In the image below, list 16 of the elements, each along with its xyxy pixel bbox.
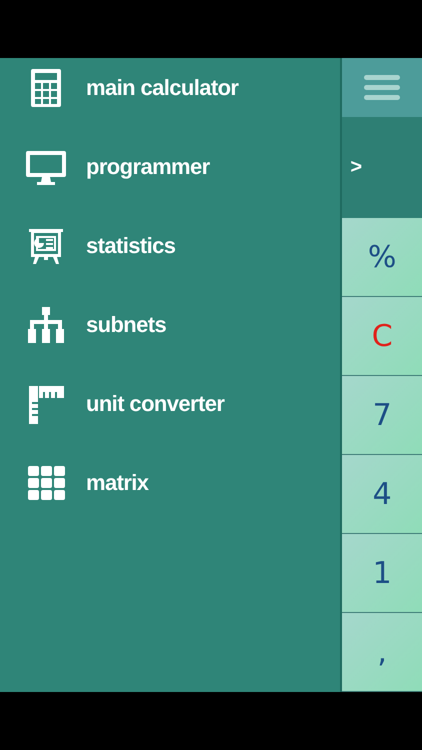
menu-item[interactable]: programmer <box>0 127 340 206</box>
menu-item[interactable]: unit converter <box>0 364 340 443</box>
menu-icon[interactable] <box>364 74 400 100</box>
display-text: > <box>350 156 362 179</box>
menu-item[interactable]: subnets <box>0 285 340 364</box>
menu-item[interactable]: matrix <box>0 443 340 522</box>
menu-item[interactable]: main calculator <box>0 48 340 127</box>
calculator-key[interactable]: , <box>342 613 422 692</box>
ruler-icon <box>26 384 66 424</box>
hierarchy-icon <box>26 304 66 344</box>
calculator-key[interactable]: 1 <box>342 534 422 613</box>
calculator-key[interactable]: % <box>342 218 422 297</box>
calculator-key[interactable]: 7 <box>342 376 422 455</box>
calculator-key[interactable]: C <box>342 297 422 376</box>
calculator-key[interactable]: 4 <box>342 455 422 534</box>
menu-item[interactable]: statistics <box>0 206 340 285</box>
